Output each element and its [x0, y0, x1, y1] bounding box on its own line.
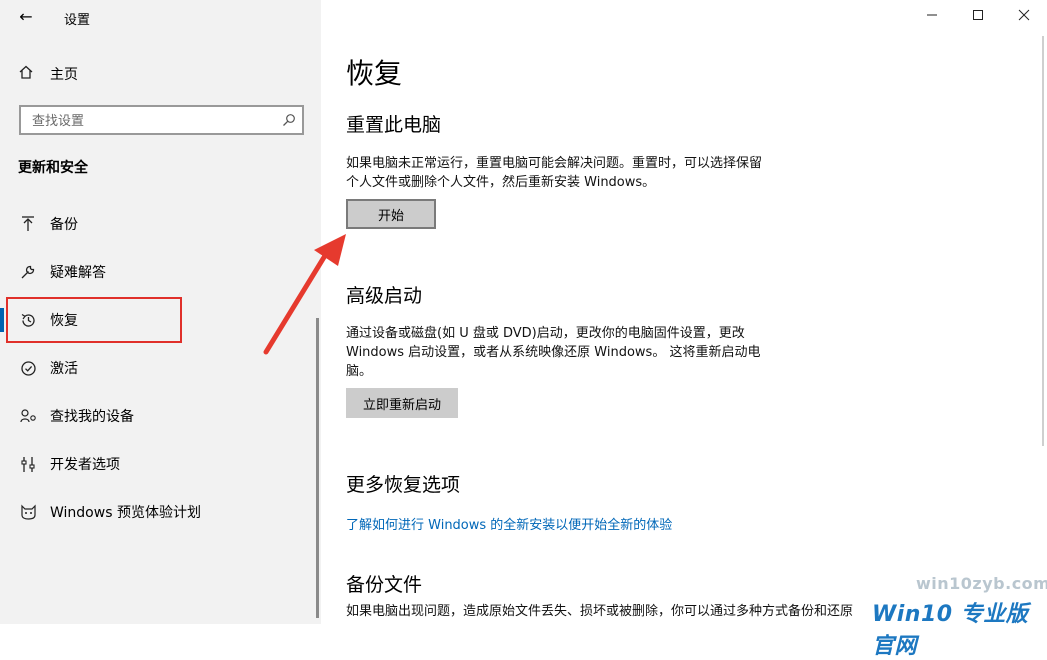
close-button[interactable]: [1001, 0, 1047, 34]
back-button[interactable]: ←: [12, 6, 40, 28]
advanced-startup-description-line: 脑。: [346, 364, 373, 379]
app-title: 设置: [64, 13, 91, 28]
sidebar-item-label: 查找我的设备: [50, 409, 134, 425]
sidebar-item-label: 备份: [50, 217, 78, 233]
history-icon: [18, 310, 38, 330]
more-recovery-options-heading: 更多恢复选项: [346, 474, 461, 496]
selection-indicator: [0, 308, 4, 332]
sidebar-item-label: 疑难解答: [50, 265, 106, 281]
reset-pc-heading: 重置此电脑: [346, 114, 442, 136]
sidebar-item-label: 主页: [50, 67, 78, 83]
page-title: 恢复: [346, 57, 403, 90]
section-title: 更新和安全: [18, 160, 88, 176]
sidebar-item-label: 激活: [50, 361, 78, 377]
fresh-install-link[interactable]: 了解如何进行 Windows 的全新安装以便开始全新的体验: [346, 514, 672, 533]
sidebar-item-windows-insider[interactable]: Windows 预览体验计划: [0, 488, 321, 536]
main-content: 恢复 重置此电脑 如果电脑未正常运行，重置电脑可能会解决问题。重置时，可以选择保…: [321, 0, 1047, 624]
minimize-button[interactable]: [909, 0, 955, 34]
advanced-startup-description-line: Windows 启动设置，或者从系统映像还原 Windows。 这将重新启动电: [346, 345, 761, 360]
reset-pc-description-line: 如果电脑未正常运行，重置电脑可能会解决问题。重置时，可以选择保留: [346, 156, 763, 171]
sidebar-item-label: 开发者选项: [50, 457, 120, 473]
maximize-button[interactable]: [955, 0, 1001, 34]
sidebar-item-developer-options[interactable]: 开发者选项: [0, 440, 321, 488]
developer-icon: [18, 454, 38, 474]
sidebar-item-find-my-device[interactable]: 查找我的设备: [0, 392, 321, 440]
annotation-arrow: [263, 234, 346, 355]
main-scrollbar[interactable]: [1042, 36, 1044, 446]
sidebar-item-home[interactable]: 主页: [18, 62, 78, 86]
person-location-icon: [18, 406, 38, 426]
advanced-startup-description-line: 通过设备或磁盘(如 U 盘或 DVD)启动，更改你的电脑固件设置，更改: [346, 326, 745, 341]
back-arrow-icon: ←: [19, 7, 33, 26]
search-icon[interactable]: [282, 112, 296, 126]
maximize-icon: [972, 9, 984, 25]
close-icon: [1018, 9, 1030, 25]
search-box[interactable]: [19, 105, 304, 135]
sidebar-item-label: Windows 预览体验计划: [50, 505, 201, 521]
home-icon: [18, 64, 40, 84]
advanced-startup-heading: 高级启动: [346, 285, 423, 307]
sidebar-item-label: 恢复: [50, 313, 78, 329]
advanced-startup-description: 通过设备或磁盘(如 U 盘或 DVD)启动，更改你的电脑固件设置，更改 Wind…: [346, 324, 806, 381]
titlebar-left: ← 设置: [0, 0, 321, 34]
backup-arrow-icon: [18, 214, 38, 234]
sidebar-scrollbar[interactable]: [316, 318, 319, 618]
search-input[interactable]: [30, 107, 274, 135]
watermark-url: win10zyb.com: [916, 574, 1047, 593]
checkmark-circle-icon: [18, 358, 38, 378]
cat-icon: [18, 502, 38, 522]
restart-now-button[interactable]: 立即重新启动: [346, 388, 458, 418]
start-reset-button[interactable]: 开始: [346, 199, 436, 229]
backup-files-heading: 备份文件: [346, 574, 423, 596]
reset-pc-description-line: 个人文件或删除个人文件，然后重新安装 Windows。: [346, 175, 656, 190]
wrench-icon: [18, 262, 38, 282]
reset-pc-description: 如果电脑未正常运行，重置电脑可能会解决问题。重置时，可以选择保留 个人文件或删除…: [346, 154, 806, 192]
minimize-icon: [926, 9, 938, 25]
backup-files-description: 如果电脑出现问题，造成原始文件丢失、损坏或被删除，你可以通过多种方式备份和还原: [346, 604, 854, 619]
watermark-logo: Win10 专业版官网: [872, 602, 1029, 659]
